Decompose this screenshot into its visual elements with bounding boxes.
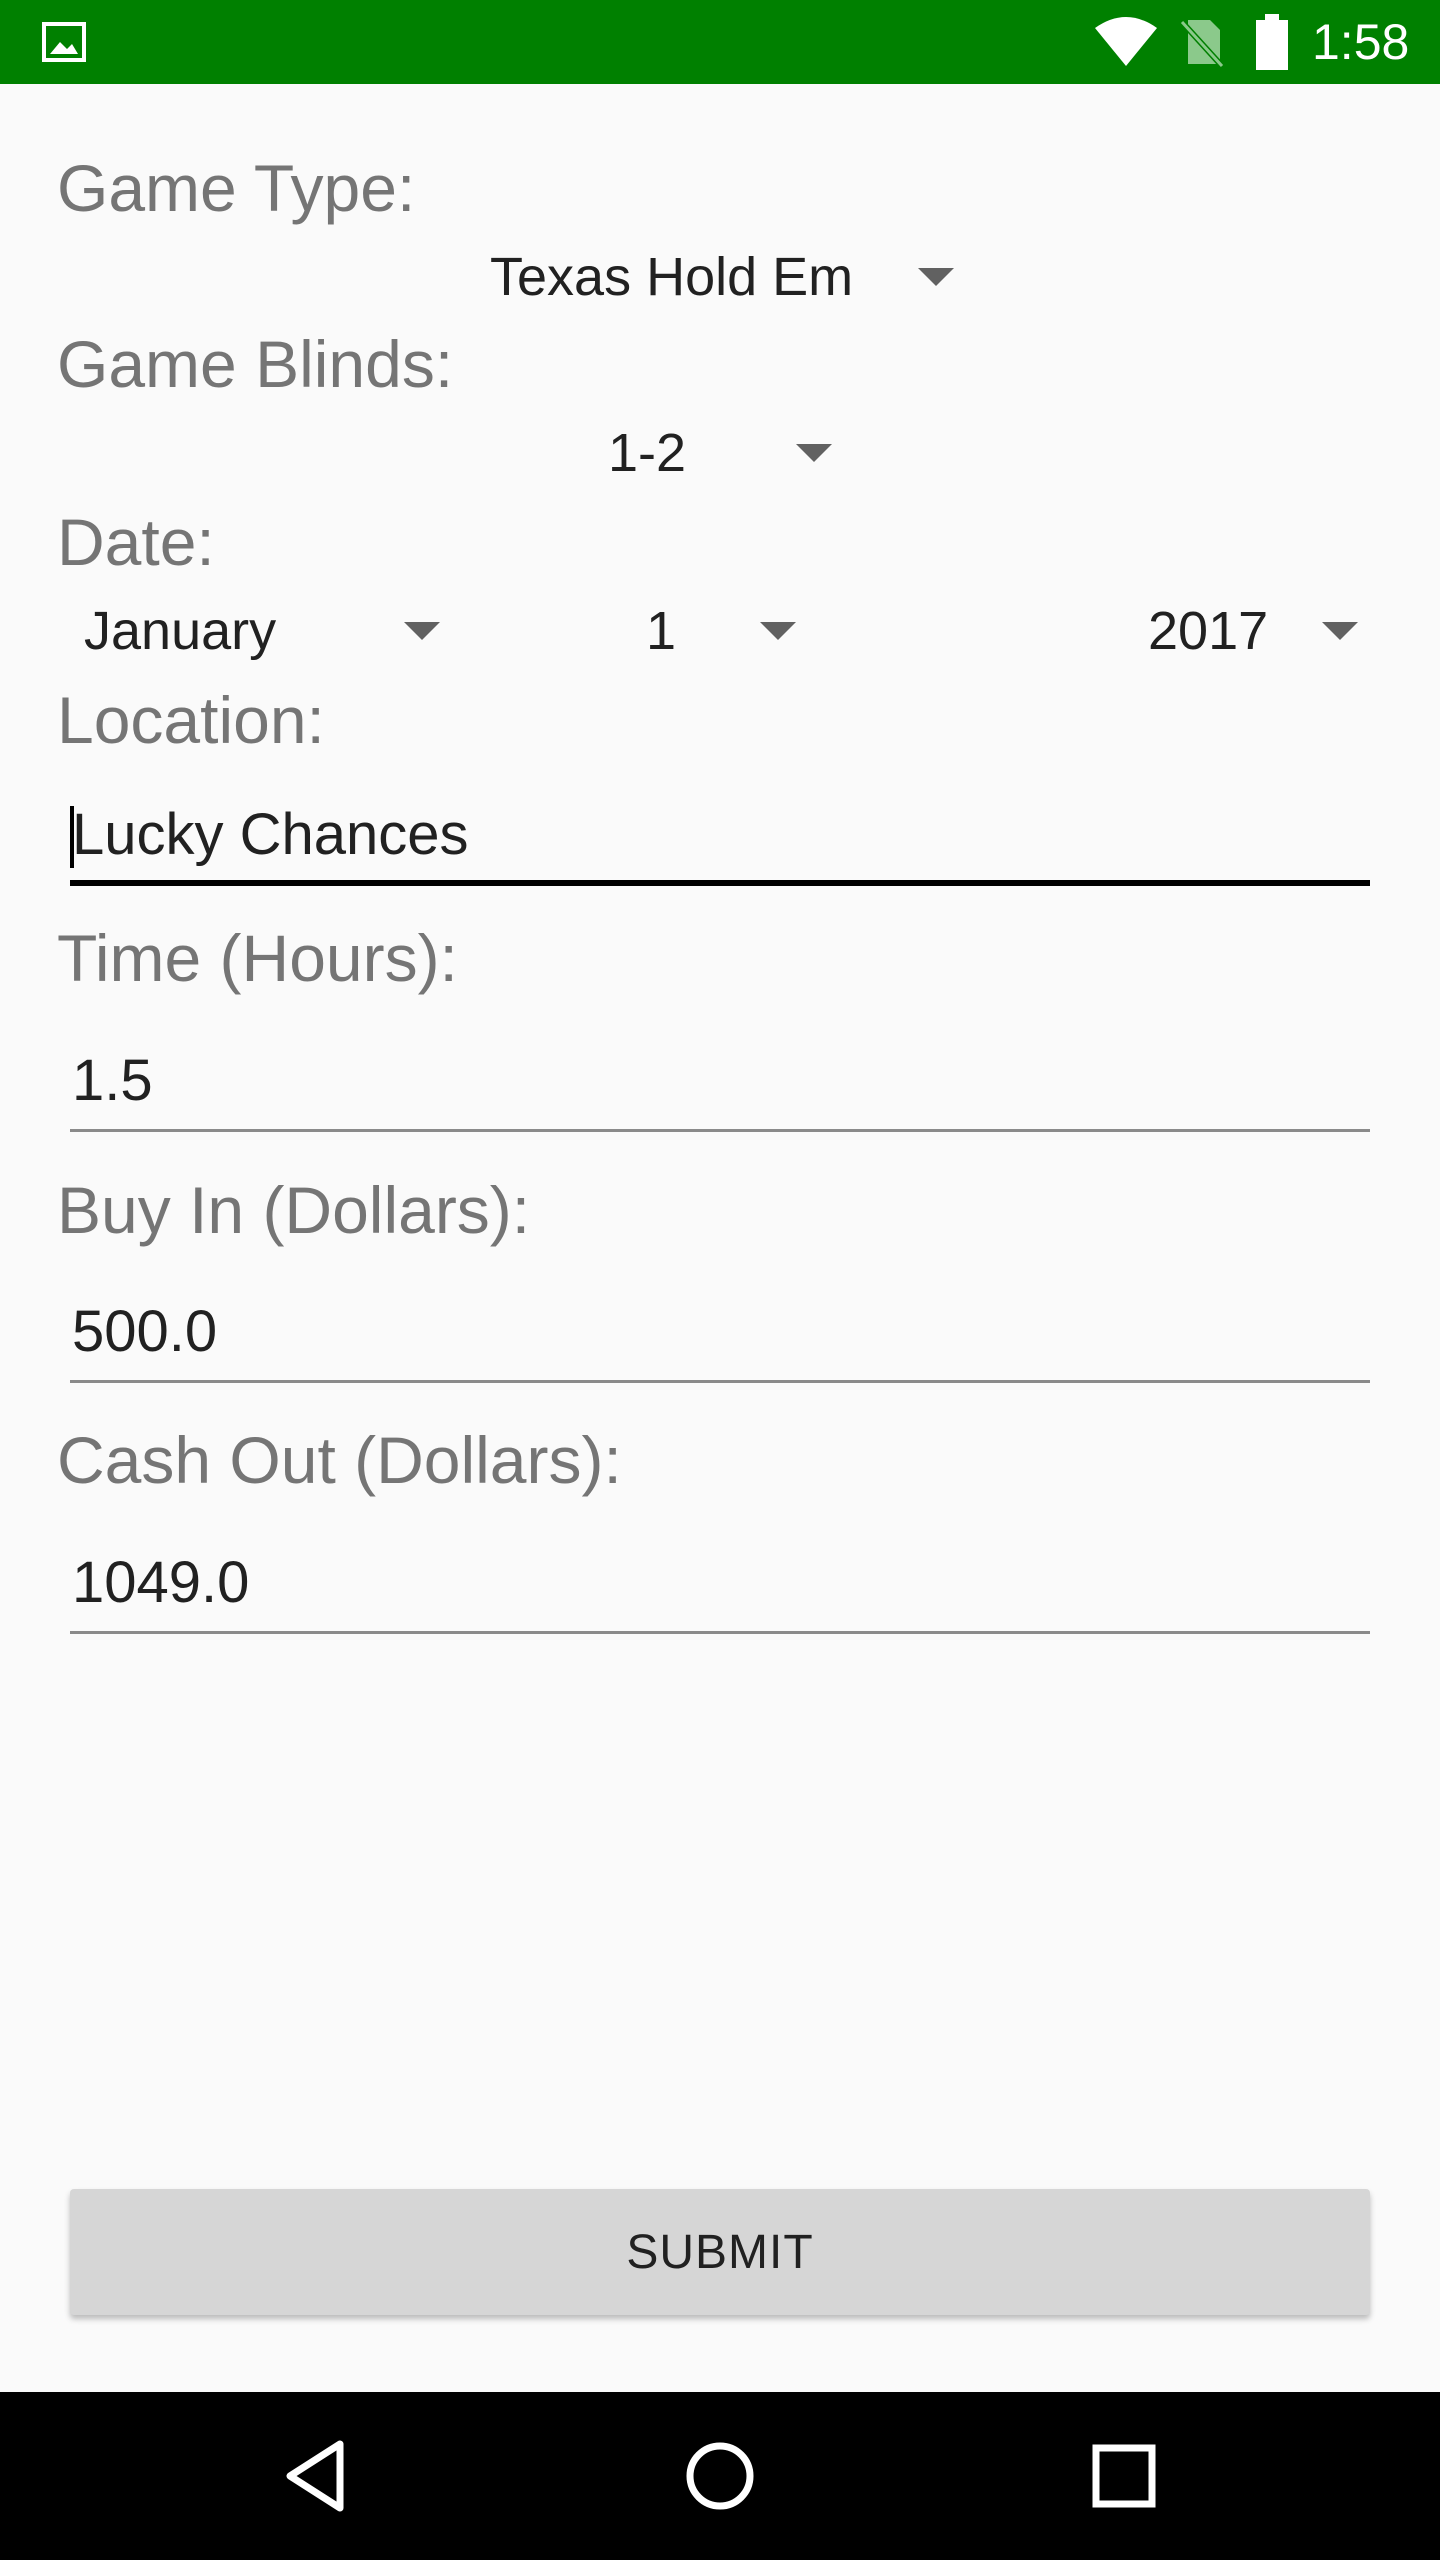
buy-in-underline <box>70 1380 1370 1383</box>
time-hours-label: Time (Hours): <box>57 921 458 995</box>
buy-in-input[interactable] <box>70 1283 1370 1379</box>
cash-out-label: Cash Out (Dollars): <box>57 1423 622 1497</box>
image-icon <box>42 22 86 62</box>
cash-out-field[interactable] <box>70 1534 1370 1634</box>
cash-out-input[interactable] <box>70 1534 1370 1630</box>
day-value: 1 <box>646 601 677 661</box>
status-bar: 1:58 <box>0 0 1440 84</box>
game-type-value: Texas Hold Em <box>490 247 854 307</box>
game-blinds-value: 1-2 <box>608 423 687 483</box>
game-blinds-label: Game Blinds: <box>57 327 454 401</box>
year-value: 2017 <box>1148 601 1269 661</box>
buy-in-label: Buy In (Dollars): <box>57 1173 531 1247</box>
game-blinds-spinner[interactable]: 1-2 <box>608 408 848 498</box>
game-type-label: Game Type: <box>57 151 416 225</box>
day-spinner[interactable]: 1 <box>646 586 806 676</box>
home-icon[interactable] <box>672 2428 768 2524</box>
month-value: January <box>84 601 277 661</box>
cash-out-underline <box>70 1631 1370 1634</box>
text-cursor <box>70 806 74 868</box>
location-label: Location: <box>57 683 325 757</box>
battery-icon <box>1256 14 1288 70</box>
location-field[interactable] <box>70 786 1370 886</box>
no-sim-icon <box>1179 19 1225 68</box>
submit-button[interactable]: SUBMIT <box>70 2189 1370 2315</box>
date-label: Date: <box>57 505 215 579</box>
time-hours-underline <box>70 1129 1370 1132</box>
dropdown-arrow-icon <box>1322 622 1358 640</box>
month-spinner[interactable]: January <box>84 586 464 676</box>
location-input[interactable] <box>70 786 1370 882</box>
dropdown-arrow-icon <box>918 268 954 286</box>
location-underline <box>70 880 1370 886</box>
submit-button-label: SUBMIT <box>626 2225 814 2279</box>
time-hours-field[interactable] <box>70 1032 1370 1132</box>
year-spinner[interactable]: 2017 <box>1148 586 1368 676</box>
wifi-icon <box>1095 17 1157 66</box>
buy-in-field[interactable] <box>70 1283 1370 1383</box>
dropdown-arrow-icon <box>760 622 796 640</box>
clock: 1:58 <box>1312 14 1410 70</box>
navigation-bar <box>0 2392 1440 2560</box>
dropdown-arrow-icon <box>796 444 832 462</box>
game-type-spinner[interactable]: Texas Hold Em <box>490 232 970 322</box>
back-icon[interactable] <box>268 2428 364 2524</box>
recents-icon[interactable] <box>1076 2428 1172 2524</box>
time-hours-input[interactable] <box>70 1032 1370 1128</box>
dropdown-arrow-icon <box>404 622 440 640</box>
